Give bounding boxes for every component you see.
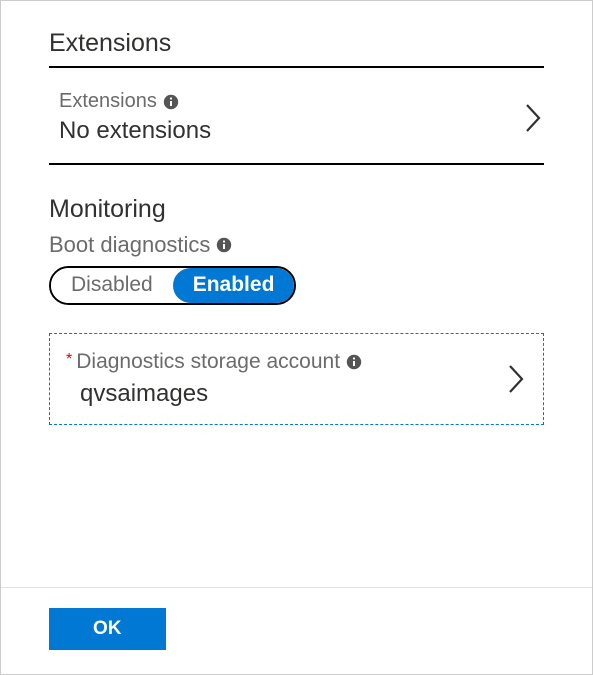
info-icon[interactable]	[216, 237, 232, 253]
toggle-option-disabled[interactable]: Disabled	[51, 268, 173, 303]
storage-account-label: Diagnostics storage account	[76, 350, 340, 374]
storage-account-value: qvsaimages	[66, 380, 362, 408]
info-icon[interactable]	[346, 354, 362, 370]
extensions-row[interactable]: Extensions No extensions	[49, 84, 544, 149]
ok-button[interactable]: OK	[49, 608, 166, 650]
boot-diagnostics-toggle[interactable]: Disabled Enabled	[49, 266, 296, 305]
storage-account-selector[interactable]: * Diagnostics storage account qvsaimages	[49, 333, 544, 425]
required-asterisk: *	[66, 352, 72, 368]
extensions-value: No extensions	[59, 117, 211, 145]
extensions-section-title: Extensions	[49, 29, 544, 58]
monitoring-section-title: Monitoring	[49, 195, 544, 224]
divider	[49, 163, 544, 165]
chevron-right-icon	[505, 362, 527, 396]
footer: OK	[1, 587, 592, 674]
extensions-label: Extensions	[59, 90, 157, 113]
divider	[49, 66, 544, 68]
info-icon[interactable]	[163, 94, 179, 110]
boot-diagnostics-label: Boot diagnostics	[49, 232, 210, 258]
toggle-option-enabled[interactable]: Enabled	[173, 268, 295, 303]
chevron-right-icon	[522, 101, 544, 135]
